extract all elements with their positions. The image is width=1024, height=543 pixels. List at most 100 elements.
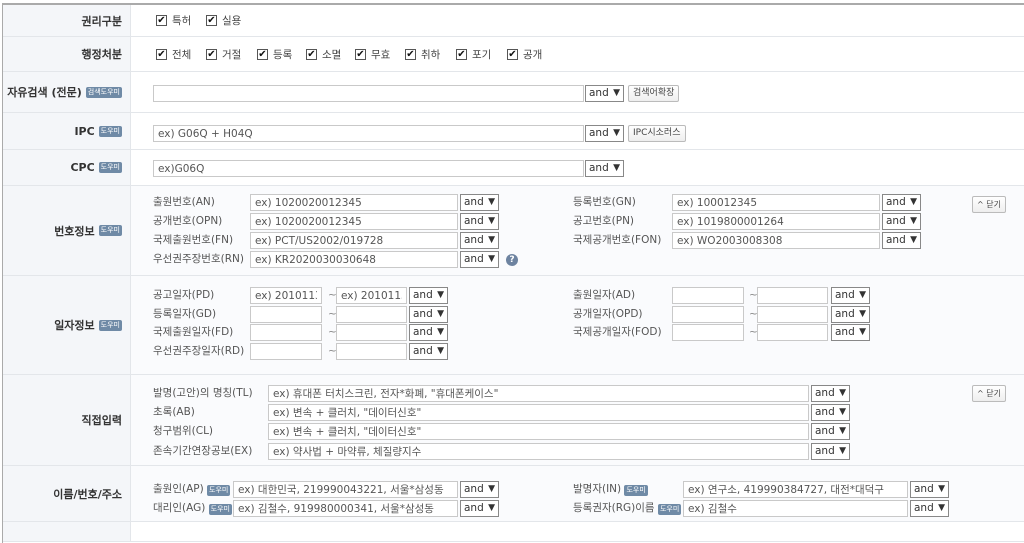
term-extension-input[interactable] [268, 443, 809, 460]
priority-number-operator-select[interactable]: and ▼ [460, 251, 499, 268]
abstract-input[interactable] [268, 404, 809, 421]
select-value: and [589, 127, 609, 139]
cpc-input[interactable] [153, 160, 584, 177]
intl-publication-number-label: 국제공개번호(FON) [573, 234, 662, 246]
application-date-to-input[interactable] [757, 287, 828, 304]
help-badge[interactable]: 도우미 [207, 485, 231, 496]
applicant-label: 출원인(AP) 도우미 [153, 481, 231, 498]
checkbox-admin-extinct[interactable]: ✔ 소멸 [306, 47, 341, 62]
checkbox-admin-invalid[interactable]: ✔ 무효 [355, 47, 390, 62]
close-direct-button[interactable]: ^ 닫기 [972, 385, 1006, 402]
priority-date-operator-select[interactable]: and ▼ [409, 343, 448, 360]
term-extension-operator-select[interactable]: and ▼ [811, 443, 850, 460]
publication-date-from-input[interactable] [672, 306, 744, 323]
intl-publication-number-input[interactable] [672, 232, 880, 249]
checkbox-admin-abandoned[interactable]: ✔ 포기 [456, 47, 491, 62]
application-date-operator-select[interactable]: and ▼ [831, 287, 870, 304]
check-icon: ✔ [257, 48, 268, 60]
field-label-text: 발명자(IN) [573, 483, 622, 495]
right-holder-label: 등록권자(RG)이름 도우미 [573, 500, 682, 517]
checkbox-admin-rejected[interactable]: ✔ 거절 [206, 47, 241, 62]
applicant-operator-select[interactable]: and ▼ [460, 481, 499, 498]
registration-number-operator-select[interactable]: and ▼ [882, 194, 921, 211]
checkbox-admin-withdrawn[interactable]: ✔ 취하 [405, 47, 440, 62]
help-badge[interactable]: 도우미 [657, 504, 682, 515]
ipc-input[interactable] [153, 125, 584, 142]
cpc-operator-select[interactable]: and ▼ [585, 160, 624, 177]
agent-operator-select[interactable]: and ▼ [460, 500, 499, 517]
registration-number-input[interactable] [672, 194, 880, 211]
intl-application-date-to-input[interactable] [336, 324, 407, 341]
right-holder-input[interactable] [683, 500, 908, 517]
publication-date-operator-select[interactable]: and ▼ [831, 306, 870, 323]
inventor-input[interactable] [683, 481, 908, 498]
intl-publication-date-to-input[interactable] [757, 324, 828, 341]
cpc-help-badge[interactable]: 도우미 [98, 162, 122, 173]
select-value: and [413, 326, 433, 338]
select-value: and [914, 483, 934, 495]
publication-number-operator-select[interactable]: and ▼ [460, 213, 499, 230]
close-number-button[interactable]: ^ 닫기 [972, 196, 1006, 213]
registration-date-to-input[interactable] [336, 306, 407, 323]
admin-label: 행정처분 [3, 37, 131, 71]
announcement-date-to-input[interactable] [336, 287, 407, 304]
cpc-title: CPC [70, 161, 95, 174]
announcement-number-input[interactable] [672, 213, 880, 230]
checkbox-admin-all[interactable]: ✔ 전체 [156, 47, 191, 62]
title-input[interactable] [268, 385, 809, 402]
chevron-up-icon: ^ [977, 389, 987, 398]
free-search-operator-select[interactable]: and ▼ [585, 85, 624, 102]
checkbox-admin-registered[interactable]: ✔ 등록 [257, 47, 292, 62]
announcement-date-from-input[interactable] [250, 287, 322, 304]
expand-keyword-button[interactable]: 검색어확장 [628, 85, 680, 102]
abstract-label: 초록(AB) [153, 406, 195, 418]
priority-date-from-input[interactable] [250, 343, 322, 360]
intl-application-date-operator-select[interactable]: and ▼ [409, 324, 448, 341]
title-operator-select[interactable]: and ▼ [811, 385, 850, 402]
publication-number-input[interactable] [250, 213, 458, 230]
date-help-badge[interactable]: 도우미 [98, 319, 122, 331]
row-number-info: 번호정보도우미 출원번호(AN) and ▼ 공개번호(OPN) and ▼ 국제출… [3, 186, 1024, 276]
intl-publication-number-operator-select[interactable]: and ▼ [882, 232, 921, 249]
number-help-badge[interactable]: 도우미 [98, 225, 122, 236]
claims-input[interactable] [268, 423, 809, 440]
intl-publication-date-operator-select[interactable]: and ▼ [831, 324, 870, 341]
application-date-from-input[interactable] [672, 287, 744, 304]
free-search-input[interactable] [153, 85, 584, 102]
checkbox-utility[interactable]: ✔ 실용 [206, 13, 241, 28]
chevron-down-icon: ▼ [859, 327, 866, 337]
checkbox-admin-published[interactable]: ✔ 공개 [507, 47, 542, 62]
inventor-operator-select[interactable]: and ▼ [910, 481, 949, 498]
help-icon[interactable]: ? [506, 254, 518, 266]
intl-publication-date-from-input[interactable] [672, 324, 744, 341]
chevron-down-icon: ▼ [613, 163, 620, 173]
right-holder-operator-select[interactable]: and ▼ [910, 500, 949, 517]
checkbox-patent[interactable]: ✔ 특허 [156, 13, 191, 28]
agent-input[interactable] [233, 500, 458, 517]
ipc-thesaurus-button[interactable]: IPC시소러스 [628, 125, 686, 142]
ipc-title: IPC [74, 124, 95, 138]
application-number-operator-select[interactable]: and ▼ [460, 194, 499, 211]
ipc-help-badge[interactable]: 도우미 [98, 125, 122, 137]
select-value: and [815, 406, 835, 418]
intl-application-number-operator-select[interactable]: and ▼ [460, 232, 499, 249]
announcement-number-operator-select[interactable]: and ▼ [882, 213, 921, 230]
application-number-input[interactable] [250, 194, 458, 211]
claims-operator-select[interactable]: and ▼ [811, 423, 850, 440]
checkbox-label: 무효 [371, 49, 391, 61]
priority-date-to-input[interactable] [336, 343, 407, 360]
registration-date-from-input[interactable] [250, 306, 322, 323]
abstract-operator-select[interactable]: and ▼ [811, 404, 850, 421]
applicant-input[interactable] [233, 481, 458, 498]
intl-application-number-input[interactable] [250, 232, 458, 249]
publication-date-to-input[interactable] [757, 306, 828, 323]
registration-date-operator-select[interactable]: and ▼ [409, 306, 448, 323]
help-badge[interactable]: 도우미 [624, 485, 648, 496]
free-search-help-badge[interactable]: 검색도우미 [85, 86, 122, 98]
intl-application-date-from-input[interactable] [250, 324, 322, 341]
ipc-operator-select[interactable]: and ▼ [585, 125, 624, 142]
priority-number-input[interactable] [250, 251, 458, 268]
help-badge[interactable]: 도우미 [208, 504, 232, 515]
checkbox-label: 실용 [222, 15, 242, 27]
announcement-date-operator-select[interactable]: and ▼ [409, 287, 448, 304]
